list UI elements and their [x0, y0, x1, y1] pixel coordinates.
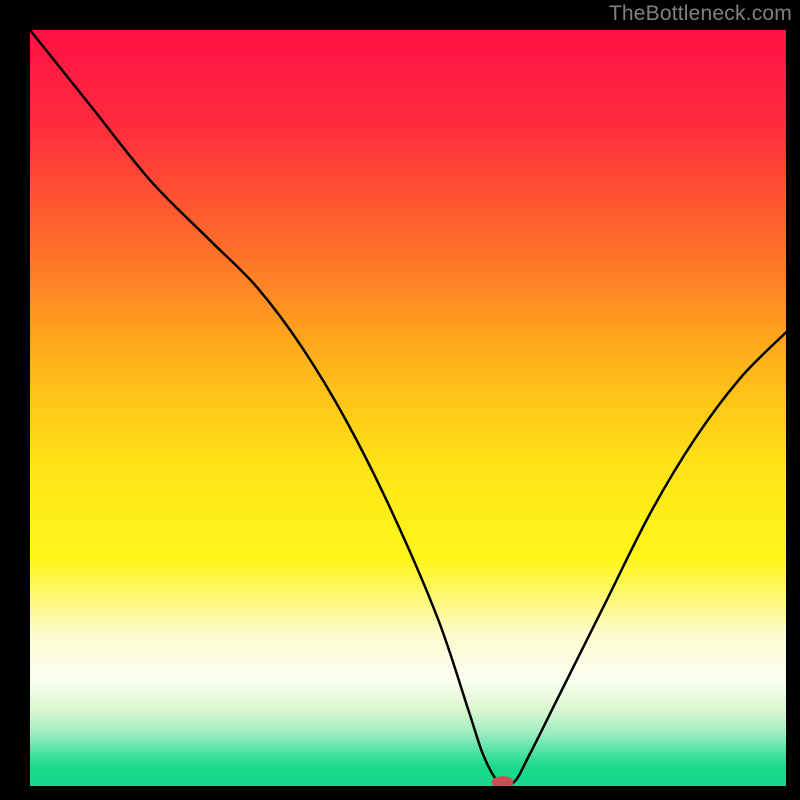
plot-area	[30, 30, 786, 786]
bottleneck-chart	[30, 30, 786, 786]
watermark-text: TheBottleneck.com	[609, 2, 792, 26]
gradient-background	[30, 30, 786, 786]
chart-frame: TheBottleneck.com	[0, 0, 800, 800]
